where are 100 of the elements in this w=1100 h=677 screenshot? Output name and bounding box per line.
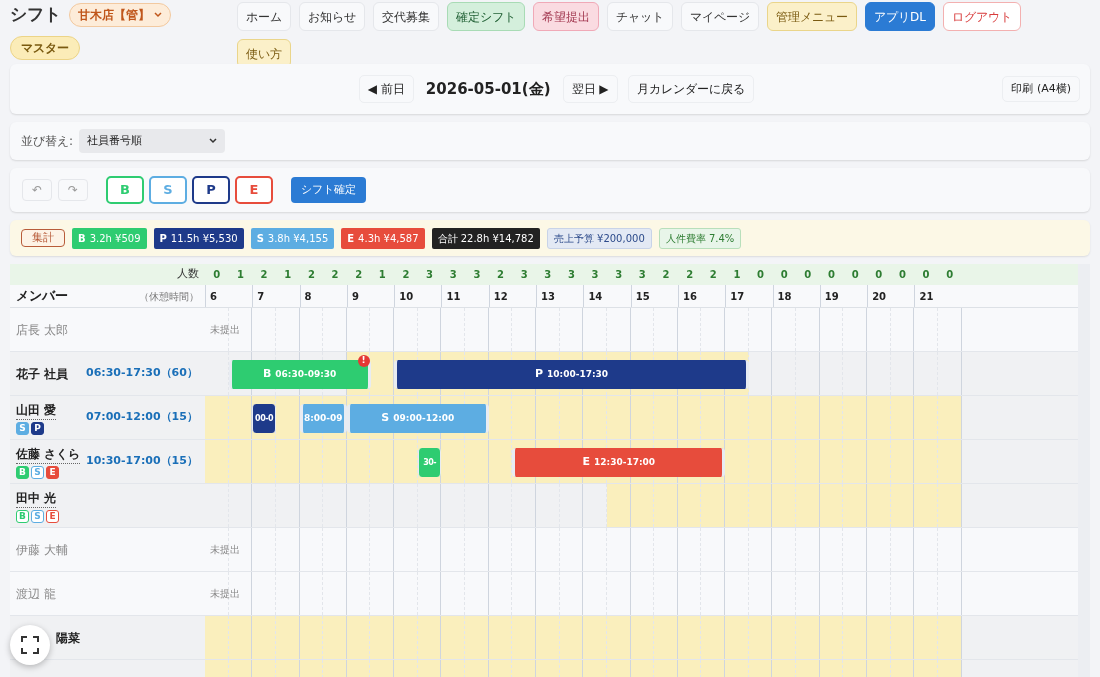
summary-chip: P 11.5h ¥5,530 [153,227,244,249]
staff-count: 1 [732,268,742,282]
summary-chip: S 3.8h ¥4,155 [250,227,335,249]
staff-count: 0 [779,268,789,282]
staff-count: 3 [566,268,576,282]
staff-count: 2 [259,268,269,282]
nav-button[interactable]: お知らせ [299,2,365,31]
member-name[interactable]: 山田 愛 [16,400,57,420]
sort-label: 並び替え: [21,133,74,150]
hour-label: 18 [777,289,792,304]
staff-count: 0 [212,268,222,282]
member-name[interactable]: 田中 光 [16,488,57,508]
role-badge: マスター [10,35,80,60]
nav-button[interactable]: アプリDL [865,2,935,31]
skill-chip: B [16,465,29,479]
fullscreen-icon [21,636,39,654]
staff-count: 1 [235,268,245,282]
next-day-button[interactable]: 翌日 ▶ [562,75,618,103]
skill-chip: E [46,509,59,523]
nav-button[interactable]: 交代募集 [373,2,439,31]
hour-label: 12 [493,289,508,304]
member-name: 陽菜 [56,629,80,647]
shift-bar[interactable]: E 12:30-17:00 [512,448,726,477]
hour-label: 13 [541,289,555,304]
summary-chip: E 4.3h ¥4,587 [341,227,425,249]
staff-count: 1 [283,268,293,282]
staff-count: 3 [472,268,482,282]
count-label: 人数 [177,266,199,283]
hour-label: 6 [210,289,217,304]
skill-chip: S [31,465,44,479]
shift-bar[interactable]: P 10:00-17:30 [394,360,749,389]
nav-button[interactable]: 確定シフト [447,2,525,31]
confirm-shift-button[interactable]: シフト確定 [291,177,366,203]
shift-type-button[interactable]: P [192,176,230,204]
staff-count: 0 [945,268,955,282]
member-name: 花子 社員 [16,365,69,383]
budget-chip: 売上予算 ¥200,000 [546,227,652,249]
staff-count: 0 [827,268,836,282]
ratio-chip: 人件費率 7.4% [658,227,742,249]
staff-count: 3 [425,268,435,282]
shift-bar-label: 8:00-09 [303,411,343,425]
member-name[interactable]: 佐藤 さくら [16,444,81,464]
staff-count: 3 [637,268,647,282]
nav-button[interactable]: ログアウト [942,2,1021,31]
staff-count: 3 [543,268,553,282]
member-label: メンバー [16,287,68,306]
break-label: （休憩時間） [139,289,199,304]
summary-chip: 合計 22.8h ¥14,782 [431,227,540,249]
staff-count: 2 [496,268,505,282]
member-name: 伊藤 大輔 [16,541,68,559]
hour-label: 8 [304,289,312,304]
shift-bar[interactable]: 00-0 [252,404,276,433]
hour-label: 20 [872,289,887,304]
summary-chip: B 3.2h ¥509 [72,227,147,249]
current-date: 2026-05-01(金) [424,78,552,100]
month-calendar-button[interactable]: 月カレンダーに戻る [627,75,754,103]
shift-bar-label: 00-0 [255,412,274,425]
nav-button[interactable]: マイページ [681,2,759,31]
scrollbar[interactable] [1078,264,1090,677]
staff-count: 1 [377,268,387,282]
not-submitted-label: 未提出 [210,543,240,557]
staff-count: 2 [401,268,411,282]
hour-label: 7 [257,289,265,304]
skill-chip: S [16,421,29,435]
hour-label: 15 [635,289,650,304]
chevron-down-icon [154,11,162,18]
staff-count: 0 [803,268,813,282]
nav-button[interactable]: ホーム [237,2,291,31]
member-name: 店長 太郎 [16,321,68,339]
skill-chip: B [16,509,29,523]
staff-count: 2 [330,268,340,282]
shift-bar-label: B 06:30-09:30 [262,366,337,383]
page-title: シフト [10,3,61,26]
shift-summary: 07:00-12:00（15） [86,409,198,426]
hour-label: 11 [446,289,461,304]
print-button[interactable]: 印刷 (A4横) [1002,76,1080,102]
nav-button[interactable]: 管理メニュー [767,2,857,31]
staff-count: 2 [354,268,364,282]
previous-day-button[interactable]: ◀ 前日 [358,75,414,103]
skill-chip: P [31,421,44,435]
staff-count: 0 [850,268,860,282]
skill-chip: E [46,465,59,479]
member-name: 渡辺 龍 [16,585,56,603]
shift-bar-label: P 10:00-17:30 [535,366,609,383]
nav-button[interactable]: チャット [607,2,673,31]
sort-select[interactable]: 社員番号順 [79,129,226,153]
staff-count: 0 [921,268,931,282]
staff-count: 0 [897,268,907,282]
staff-count: 2 [685,268,695,282]
shift-bar-label: 30- [423,456,437,469]
hour-label: 16 [682,289,697,304]
not-submitted-label: 未提出 [210,323,240,337]
nav-button[interactable]: 希望提出 [533,2,599,31]
chevron-down-icon [209,138,218,144]
shift-type-button[interactable]: E [235,176,273,204]
not-submitted-label: 未提出 [210,587,240,601]
staff-count: 2 [708,268,718,282]
staff-count: 3 [590,268,600,282]
store-select[interactable]: 甘木店【管】 [69,2,171,27]
shift-summary: 06:30-17:30（60） [86,365,198,382]
